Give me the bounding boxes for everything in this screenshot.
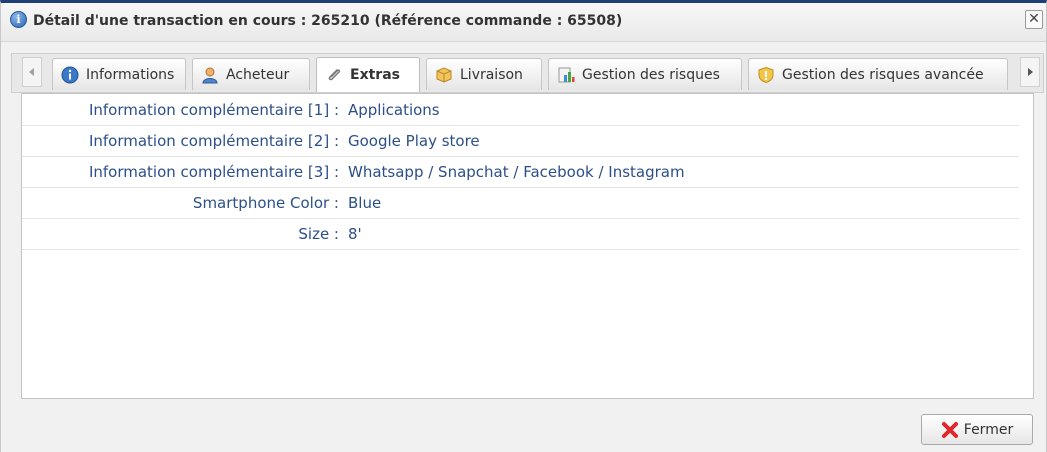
dialog-title: Détail d'une transaction en cours : 2652… (33, 13, 623, 29)
transaction-detail-dialog: i Détail d'une transaction en cours : 26… (0, 0, 1047, 452)
tab-label: Acheteur (226, 66, 290, 83)
info-icon: i (10, 11, 27, 28)
tab-label: Informations (86, 66, 175, 83)
arrow-left-icon (29, 67, 34, 76)
extras-row: Information complémentaire [3] : Whatsap… (22, 156, 1019, 188)
extras-row: Information complémentaire [2] : Google … (22, 125, 1019, 157)
tab-gestion-des-risques[interactable]: Gestion des risques (548, 58, 742, 90)
dialog-titlebar[interactable]: i Détail d'une transaction en cours : 26… (1, 3, 1046, 42)
extras-label: Smartphone Color : (192, 194, 339, 212)
extras-label: Information complémentaire [2] : (88, 132, 339, 150)
extras-label: Information complémentaire [3] : (88, 163, 339, 181)
arrow-right-icon (1028, 67, 1033, 76)
fermer-label: Fermer (963, 421, 1014, 438)
tab-label: Gestion des risques (582, 66, 720, 83)
extras-row: Smartphone Color : Blue (22, 187, 1019, 219)
tab-acheteur[interactable]: Acheteur (192, 58, 310, 90)
extras-label: Information complémentaire [1] : (88, 101, 339, 119)
extras-row: Information complémentaire [1] : Applica… (22, 94, 1019, 126)
extras-value: Whatsapp / Snapchat / Facebook / Instagr… (348, 163, 685, 181)
close-icon[interactable]: ✕ (1025, 10, 1043, 29)
tab-label: Extras (350, 67, 400, 83)
tab-label: Gestion des risques avancée (782, 66, 984, 83)
tab-bar: Informations Acheteur Extras Livraison G… (11, 53, 1044, 93)
extras-value: Applications (348, 101, 440, 119)
fermer-button[interactable]: Fermer (921, 414, 1033, 445)
extras-row: Size : 8' (22, 218, 1019, 250)
tab-scroll-left-button[interactable] (22, 57, 42, 87)
shield-icon (758, 66, 774, 83)
info-icon (61, 66, 79, 83)
risk-report-icon (558, 67, 575, 82)
extras-value: Google Play store (348, 132, 480, 150)
tab-extras[interactable]: Extras (316, 57, 420, 92)
extras-value: 8' (348, 225, 362, 243)
user-icon (202, 67, 218, 83)
paperclip-icon (328, 69, 341, 81)
tab-gestion-des-risques-avancee[interactable]: Gestion des risques avancée (748, 58, 1008, 90)
tab-livraison[interactable]: Livraison (426, 58, 542, 90)
tab-label: Livraison (460, 66, 523, 83)
tab-scroll-right-button[interactable] (1020, 57, 1040, 87)
red-x-icon (941, 421, 958, 438)
package-icon (436, 66, 452, 83)
extras-label: Size : (298, 225, 339, 243)
extras-value: Blue (348, 194, 382, 212)
tab-informations[interactable]: Informations (52, 58, 186, 90)
extras-panel: Information complémentaire [1] : Applica… (21, 93, 1034, 399)
